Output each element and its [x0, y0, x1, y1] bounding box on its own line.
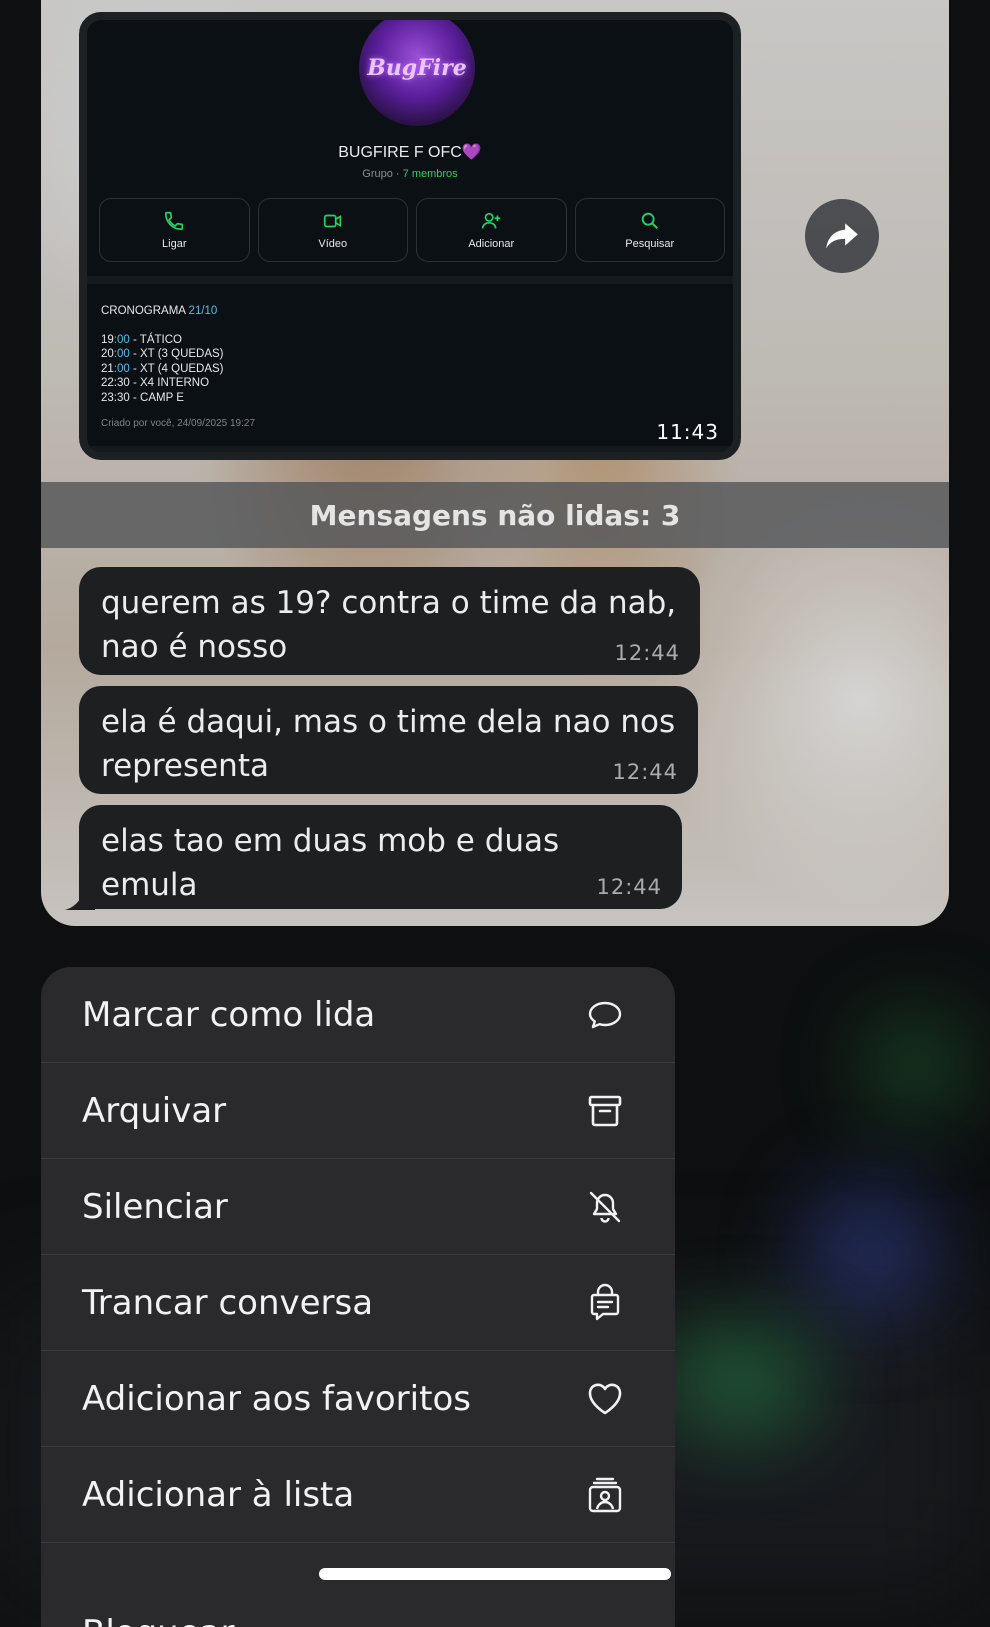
schedule-line: 19:00 - TÁTICO [101, 333, 182, 346]
add-person-icon [482, 212, 501, 229]
forwarded-screenshot-card[interactable]: BugFire BUGFIRE F OFC💜 Grupo · 7 membros… [79, 12, 741, 460]
created-info: Criado por você, 24/09/2025 19:27 [101, 418, 255, 429]
list-person-icon [585, 1475, 625, 1515]
add-action: Adicionar [416, 198, 567, 262]
add-to-list-item[interactable]: Adicionar à lista [41, 1447, 675, 1543]
action-label: Pesquisar [625, 238, 675, 250]
message-bubble[interactable]: ela é daqui, mas o time dela nao nos rep… [79, 686, 698, 794]
description-title: CRONOGRAMA 21/10 [101, 305, 218, 317]
message-bubble[interactable]: elas tao em duas mob e duas emula 12:44 [79, 805, 682, 909]
menu-item-label: Marcar como lida [82, 994, 376, 1035]
message-text: ela é daqui, mas o time dela nao nos rep… [101, 704, 676, 784]
unread-count-text: Mensagens não lidas: 3 [309, 498, 681, 532]
group-name: BUGFIRE F OFC💜 [338, 144, 482, 161]
unread-messages-banner: Mensagens não lidas: 3 [41, 482, 949, 548]
locked-chat-icon [585, 1283, 625, 1323]
schedule-line: 22:30 - X4 INTERNO [101, 377, 210, 389]
action-label: Adicionar [468, 238, 515, 250]
block-item[interactable]: Bloquear [41, 1543, 675, 1627]
home-indicator[interactable] [319, 1568, 671, 1580]
action-label: Ligar [162, 238, 187, 250]
message-time: 12:44 [596, 875, 662, 899]
menu-item-label: Trancar conversa [82, 1282, 374, 1323]
message-time: 12:44 [614, 641, 680, 665]
lock-chat-item[interactable]: Trancar conversa [41, 1255, 675, 1351]
action-label: Vídeo [318, 238, 348, 250]
schedule-line: 20:00 - XT (3 QUEDAS) [101, 348, 224, 360]
archive-icon [585, 1091, 625, 1131]
phone-icon [165, 211, 184, 231]
archive-item[interactable]: Arquivar [41, 1063, 675, 1159]
heart-icon [585, 1379, 625, 1419]
divider [87, 276, 733, 284]
avatar-logo-text: BugFire [367, 55, 467, 81]
message-text: elas tao em duas mob e duas emula [101, 823, 560, 903]
divider [87, 446, 733, 452]
menu-item-label: Adicionar à lista [82, 1474, 355, 1515]
background-glow [660, 1320, 820, 1440]
chat-preview: BugFire BUGFIRE F OFC💜 Grupo · 7 membros… [41, 0, 949, 926]
members-count: 7 membros [402, 168, 458, 180]
message-time: 11:43 [656, 420, 719, 444]
forward-button[interactable] [805, 199, 879, 273]
message-time: 12:44 [612, 760, 678, 784]
group-subtitle: Grupo · 7 membros [362, 168, 458, 180]
call-action: Ligar [99, 198, 250, 262]
group-avatar: BugFire [359, 20, 475, 126]
chat-bubble-icon [585, 995, 625, 1035]
mute-item[interactable]: Silenciar [41, 1159, 675, 1255]
group-actions: Ligar Vídeo Adicionar Pesquisar [99, 198, 725, 262]
menu-item-label: Adicionar aos favoritos [82, 1378, 471, 1419]
search-icon [641, 212, 658, 230]
menu-item-label: Silenciar [82, 1186, 228, 1227]
search-action: Pesquisar [574, 198, 725, 262]
mark-as-read-item[interactable]: Marcar como lida [41, 967, 675, 1063]
bell-off-icon [585, 1187, 625, 1227]
forward-arrow-icon [826, 223, 858, 249]
message-bubble[interactable]: querem as 19? contra o time da nab, nao … [79, 567, 700, 675]
add-to-favorites-item[interactable]: Adicionar aos favoritos [41, 1351, 675, 1447]
background-glow [860, 1010, 970, 1120]
group-description: CRONOGRAMA 21/10 19:00 - TÁTICO 20:00 - … [101, 304, 224, 405]
context-menu: Marcar como lida Arquivar Silenciar Tran… [41, 967, 675, 1627]
menu-item-label: Arquivar [82, 1090, 227, 1131]
schedule-line: 23:30 - CAMP E [101, 391, 184, 404]
video-action: Vídeo [257, 198, 408, 262]
schedule-line: 21:00 - XT (4 QUEDAS) [101, 362, 224, 375]
message-text: querem as 19? contra o time da nab, nao … [101, 585, 677, 665]
background-glow [800, 1180, 940, 1320]
video-icon [323, 214, 341, 228]
menu-item-label: Bloquear [82, 1613, 234, 1627]
